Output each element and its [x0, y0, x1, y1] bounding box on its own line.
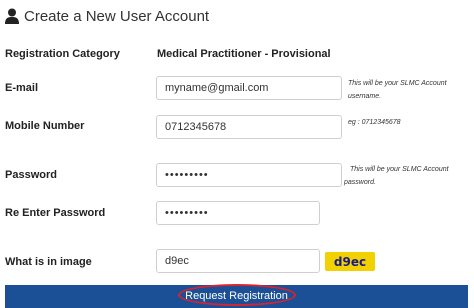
captcha-image: d9ec [325, 252, 375, 271]
page-title: Create a New User Account [5, 5, 209, 27]
password-label: Password [5, 169, 57, 181]
email-label: E-mail [5, 82, 39, 94]
confirm-password-label: Re Enter Password [5, 207, 106, 219]
email-hint-line2: username. [348, 93, 382, 100]
password-hint-line1: This will be your SLMC Account [350, 166, 449, 173]
password-field[interactable]: ••••••••• [156, 163, 342, 187]
mobile-number-label: Mobile Number [5, 120, 85, 132]
captcha-label: What is in image [5, 256, 92, 268]
confirm-password-field[interactable]: ••••••••• [156, 201, 320, 225]
mobile-number-field[interactable] [156, 115, 342, 139]
request-registration-button[interactable]: Request Registration [5, 285, 468, 308]
registration-category-label: Registration Category [5, 48, 120, 60]
password-hint: This will be your SLMC Account password. [344, 163, 464, 189]
email-field[interactable] [156, 76, 342, 100]
password-hint-line2: password. [344, 179, 376, 186]
registration-category-value: Medical Practitioner - Provisional [157, 48, 331, 60]
request-registration-label: Request Registration [185, 290, 288, 302]
email-hint: This will be your SLMC Account username. [348, 77, 468, 103]
captcha-input[interactable] [156, 249, 320, 273]
page-title-text: Create a New User Account [24, 7, 210, 25]
user-icon [5, 8, 19, 24]
mobile-number-hint: eg : 0712345678 [348, 119, 401, 126]
email-hint-line1: This will be your SLMC Account [348, 80, 447, 87]
